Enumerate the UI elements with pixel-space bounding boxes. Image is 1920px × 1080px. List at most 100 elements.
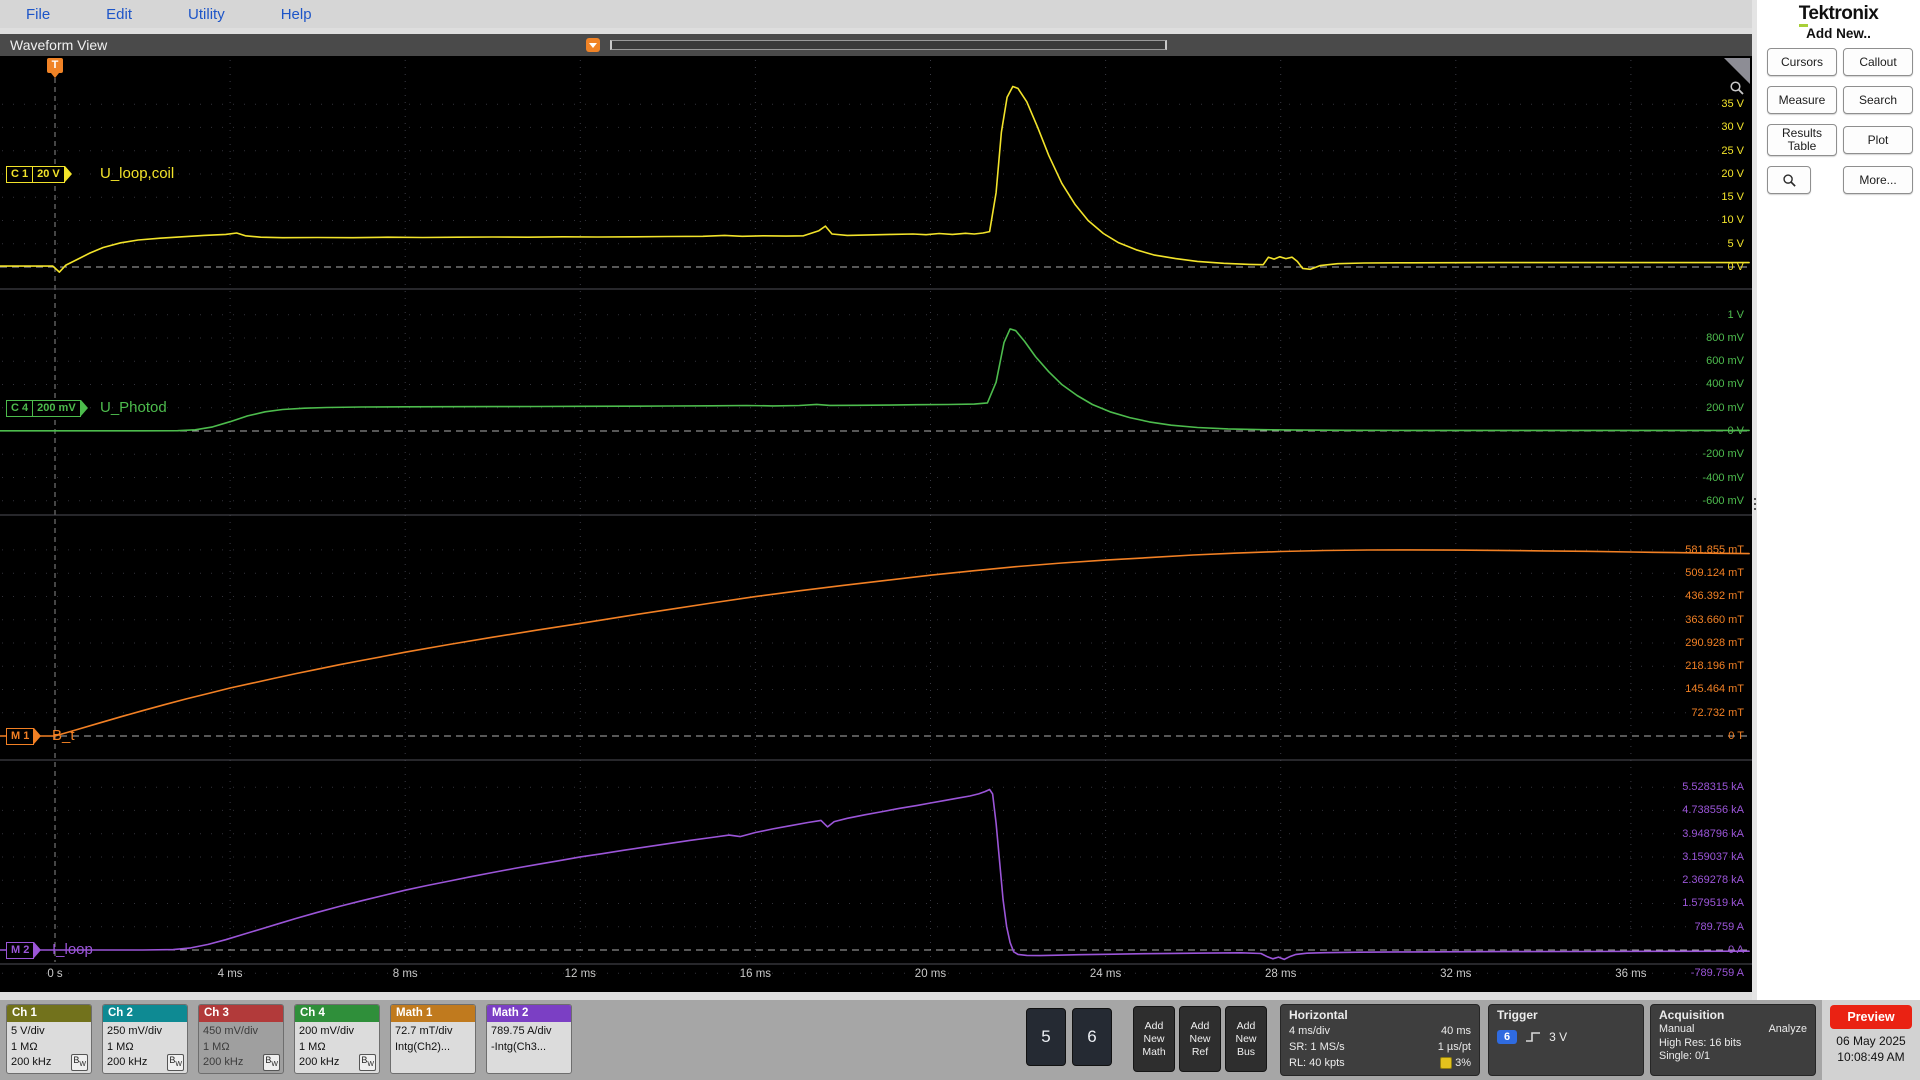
channel-card-body: 250 mV/div 1 MΩ 200 kHz BW xyxy=(103,1022,187,1073)
channel-badge-m1[interactable]: M 1 xyxy=(6,727,42,745)
right-panel: Tektronix Add New.. Cursors Callout Measur… xyxy=(1757,0,1920,1000)
trace-ch4 xyxy=(0,328,1750,432)
y-tick-ch4: 800 mV xyxy=(1706,331,1744,344)
magnifier-icon[interactable] xyxy=(1729,80,1745,96)
channel-card-ch2[interactable]: Ch 2 250 mV/div 1 MΩ 200 kHz BW xyxy=(102,1004,188,1074)
badge-name: M 2 xyxy=(6,941,35,959)
menu-help[interactable]: Help xyxy=(281,6,312,23)
channel-card-body: 72.7 mT/div Intg(Ch2)... xyxy=(391,1022,475,1073)
y-tick-ch1: 35 V xyxy=(1721,98,1744,111)
panel-button-plot[interactable]: Plot xyxy=(1843,126,1913,154)
menu-edit[interactable]: Edit xyxy=(106,6,132,23)
add-new-ref-button[interactable]: Add New Ref xyxy=(1179,1006,1221,1072)
badge-name: C 4 xyxy=(6,399,34,417)
y-tick-ch4: 400 mV xyxy=(1706,378,1744,391)
channel-card-title: Ch 4 xyxy=(295,1005,379,1022)
channel-card-ch1[interactable]: Ch 15 V/div 1 MΩ 200 kHz BW xyxy=(6,1004,92,1074)
channel-card-line: 450 mV/div xyxy=(203,1025,259,1037)
x-tick: 12 ms xyxy=(564,968,596,980)
timeline-marker-icon[interactable] xyxy=(586,38,600,52)
channel-card-line: Intg(Ch2)... xyxy=(395,1040,451,1053)
y-tick-m1: 145.464 mT xyxy=(1685,683,1744,696)
x-tick: 0 s xyxy=(47,968,63,980)
add-new-math-button[interactable]: Add New Math xyxy=(1133,1006,1175,1072)
channel-badge-ch4[interactable]: C 4 200 mV xyxy=(6,399,88,417)
acquisition-panel[interactable]: Acquisition Manual Analyze High Res: 16 … xyxy=(1650,1004,1816,1076)
y-tick-ch4: 200 mV xyxy=(1706,401,1744,414)
trace-label-ch1: U_loop,coil xyxy=(100,165,175,182)
channel-card-math2[interactable]: Math 2 789.75 A/div -Intg(Ch3... xyxy=(486,1004,572,1074)
badge-scale: 20 V xyxy=(33,165,65,183)
trigger-source-badge[interactable]: 6 xyxy=(1497,1030,1518,1044)
y-tick-ch4: -600 mV xyxy=(1702,494,1744,507)
panel-button-results-table[interactable]: Results Table xyxy=(1767,124,1837,156)
tektronix-logo: Tektronix xyxy=(1757,3,1920,27)
acquisition-mode[interactable]: Manual xyxy=(1659,1023,1694,1037)
channel-card-title: Math 2 xyxy=(487,1005,571,1022)
horizontal-record-length: RL: 40 kpts xyxy=(1289,1057,1345,1069)
menu-file[interactable]: File xyxy=(26,6,50,23)
panel-button-search[interactable]: Search xyxy=(1843,86,1913,114)
add-new-bus-button[interactable]: Add New Bus xyxy=(1225,1006,1267,1072)
horizontal-panel[interactable]: Horizontal 4 ms/div 40 ms SR: 1 MS/s 1 µ… xyxy=(1280,1004,1480,1076)
y-tick-m2: 3.948796 kA xyxy=(1682,827,1744,840)
y-tick-ch4: 0 V xyxy=(1727,425,1744,437)
channel-badge-ch1[interactable]: C 1 20 V xyxy=(6,165,72,183)
waveform-plot[interactable]: T 35 V 30 V 25 V 20 V 15 V 10 V 5 V 0 V 1 V 800 m… xyxy=(0,56,1752,992)
channel-card-ch3[interactable]: Ch 3 450 mV/div 1 MΩ 200 kHz BW xyxy=(198,1004,284,1074)
channel-badge-m2[interactable]: M 2 xyxy=(6,941,42,959)
trigger-position-flag[interactable]: T xyxy=(47,58,63,78)
preview-button[interactable]: Preview xyxy=(1830,1005,1912,1029)
y-tick-m2: 3.159037 kA xyxy=(1682,850,1744,863)
panel-button-zoom[interactable] xyxy=(1767,166,1811,194)
y-tick-m2: 2.369278 kA xyxy=(1682,874,1744,887)
spare-slot-6[interactable]: 6 xyxy=(1072,1008,1112,1066)
horizontal-scale: 4 ms/div xyxy=(1289,1025,1330,1037)
panel-button-more[interactable]: More... xyxy=(1843,166,1913,194)
rising-edge-icon xyxy=(1526,1032,1541,1042)
badge-name: M 1 xyxy=(6,727,35,745)
y-tick-m1: 72.732 mT xyxy=(1691,706,1744,719)
panel-button-callout[interactable]: Callout xyxy=(1843,48,1913,76)
bandwidth-icon: BW xyxy=(359,1054,376,1071)
panel-button-cursors[interactable]: Cursors xyxy=(1767,48,1837,76)
channel-card-ch4[interactable]: Ch 4 200 mV/div 1 MΩ 200 kHz BW xyxy=(294,1004,380,1074)
timeline-scrollbar[interactable] xyxy=(610,40,1167,50)
spare-slot-5[interactable]: 5 xyxy=(1026,1008,1066,1066)
y-tick-m1: 0 T xyxy=(1728,730,1744,742)
channel-card-title: Ch 3 xyxy=(199,1005,283,1022)
y-tick-m2: 5.528315 kA xyxy=(1682,781,1744,794)
badge-scale: 200 mV xyxy=(33,399,81,417)
analyze-menu[interactable]: Analyze xyxy=(1769,1023,1807,1037)
horizontal-resolution: 1 µs/pt xyxy=(1437,1041,1471,1053)
x-tick: 20 ms xyxy=(914,968,947,980)
y-tick-ch4: 1 V xyxy=(1727,308,1744,321)
y-tick-m2: -789.759 A xyxy=(1690,967,1744,980)
badge-arrow-icon xyxy=(34,942,42,958)
y-tick-ch1: 10 V xyxy=(1721,214,1744,227)
trace-m2 xyxy=(0,788,1750,961)
channel-card-body: 200 mV/div 1 MΩ 200 kHz BW xyxy=(295,1022,379,1073)
menu-bar: File Edit Utility Help xyxy=(0,0,1757,28)
bandwidth-icon: BW xyxy=(167,1054,184,1071)
trigger-panel[interactable]: Trigger 6 3 V xyxy=(1488,1004,1644,1076)
panel-button-measure[interactable]: Measure xyxy=(1767,86,1837,114)
add-button-line: Bus xyxy=(1236,1045,1256,1058)
badge-arrow-icon xyxy=(34,728,42,744)
time-label: 10:08:49 AM xyxy=(1837,1050,1905,1064)
trace-label-m2: I_loop xyxy=(52,941,93,958)
y-tick-ch1: 25 V xyxy=(1721,144,1744,157)
menu-utility[interactable]: Utility xyxy=(188,6,225,23)
badge-arrow-icon xyxy=(64,166,72,182)
panel-button-grid: Cursors Callout Measure Search Results Table… xyxy=(1767,48,1913,194)
y-tick-m1: 290.928 mT xyxy=(1685,636,1744,649)
add-button-line: Math xyxy=(1142,1045,1166,1058)
y-tick-m1: 363.660 mT xyxy=(1685,613,1744,626)
channel-card-line: 200 mV/div xyxy=(299,1025,355,1037)
trace-label-ch4: U_Photod xyxy=(100,399,167,416)
trace-label-m1: B_t xyxy=(52,727,75,744)
channel-card-math1[interactable]: Math 1 72.7 mT/div Intg(Ch2)... xyxy=(390,1004,476,1074)
splitter-handle-icon xyxy=(1753,498,1756,500)
waveform-view-title: Waveform View xyxy=(10,37,108,53)
channel-card-title: Math 1 xyxy=(391,1005,475,1022)
